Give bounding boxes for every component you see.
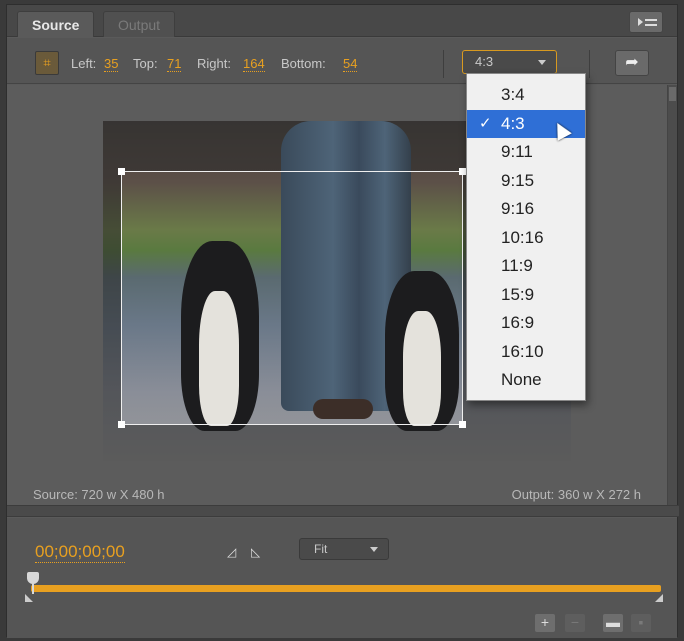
menu-item-10-16[interactable]: 10:16 [467,224,585,253]
timecode[interactable]: 00;00;00;00 [35,542,125,563]
folder-icon[interactable]: ▬ [603,614,623,632]
aspect-ratio-value: 4:3 [475,54,494,69]
checkmark-icon: ✓ [479,114,492,132]
in-point-icon[interactable] [25,594,33,602]
zoom-select[interactable]: Fit [299,538,389,560]
top-value[interactable]: 71 [167,56,182,72]
tab-output[interactable]: Output [103,11,176,37]
crop-handle[interactable] [118,168,125,175]
aspect-ratio-select[interactable]: 4:3 [462,50,557,74]
playhead-line [32,582,34,594]
menu-item-15-9[interactable]: 15:9 [467,281,585,310]
menu-item-3-4[interactable]: 3:4 [467,81,585,110]
menu-item-9-11[interactable]: 9:11 [467,138,585,167]
bottom-value[interactable]: 54 [343,56,358,72]
menu-item-16-10[interactable]: 16:10 [467,338,585,367]
minus-icon: − [565,614,585,632]
panel-menu-icon[interactable] [629,11,663,33]
chevron-down-icon [370,547,378,552]
out-point-icon[interactable] [655,594,663,602]
menu-item-none[interactable]: None [467,366,585,395]
toolbar-divider [443,50,444,78]
bottom-label: Bottom: [281,56,326,71]
left-value[interactable]: 35 [104,56,119,72]
horizontal-scrollbar[interactable] [7,505,679,517]
zoom-value: Fit [314,542,328,556]
right-value[interactable]: 164 [243,56,265,72]
top-label: Top: [133,56,158,71]
crop-shade-left [103,171,121,461]
crop-handle[interactable] [118,421,125,428]
mark-out-icon[interactable]: ◺ [251,545,260,559]
menu-item-9-16[interactable]: 9:16 [467,195,585,224]
vertical-scrollbar[interactable] [667,85,677,505]
crop-handle[interactable] [459,168,466,175]
output-dimensions: Output: 360 w X 272 h [511,487,641,502]
tab-source[interactable]: Source [17,11,95,37]
share-arrow-icon[interactable]: ➦ [615,50,649,76]
menu-item-16-9[interactable]: 16:9 [467,309,585,338]
chevron-down-icon [538,60,546,65]
trash-icon: ▪ [631,614,651,632]
mark-in-icon[interactable]: ◿ [227,545,236,559]
crop-box[interactable] [118,168,466,428]
toolbar-divider [589,50,590,78]
plus-icon[interactable]: + [535,614,555,632]
crop-handle[interactable] [459,421,466,428]
menu-item-11-9[interactable]: 11:9 [467,252,585,281]
timeline-controls: 00;00;00;00 ◿ ◺ Fit + − ▬ ▪ [7,518,677,638]
aspect-ratio-menu: 3:4 ✓ 4:3 9:11 9:15 9:16 10:16 11:9 15:9 … [466,73,586,401]
menu-item-9-15[interactable]: 9:15 [467,167,585,196]
timeline-bar[interactable] [31,585,661,592]
crop-icon[interactable]: ⌗ [35,51,59,75]
source-output-panel: Source Output ⌗ Left: 35 Top: 71 Right: … [6,4,679,638]
source-dimensions: Source: 720 w X 480 h [33,487,165,502]
tab-bar: Source Output [7,5,677,37]
left-label: Left: [71,56,97,71]
right-label: Right: [197,56,231,71]
